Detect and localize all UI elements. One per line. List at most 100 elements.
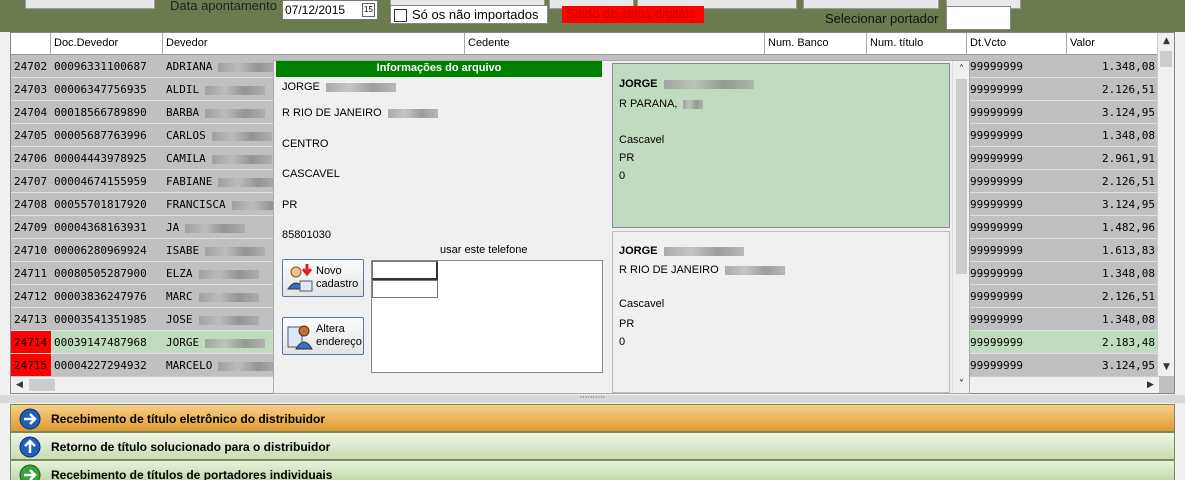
cell-valor: 3.124,95 bbox=[1102, 198, 1155, 211]
column-header-valor[interactable]: Valor bbox=[1067, 33, 1159, 55]
column-header-devedor[interactable]: Devedor bbox=[163, 33, 465, 55]
cell-dt-vcto: 99999999 bbox=[970, 129, 1023, 142]
arrow-right-icon bbox=[19, 408, 41, 430]
scroll-down-icon[interactable]: ▼ bbox=[1158, 359, 1174, 376]
menu-return-resolved[interactable]: Retorno de título solucionado para o dis… bbox=[10, 432, 1175, 460]
cell-id: 24706 bbox=[14, 152, 48, 165]
file-info-city: CASCAVEL bbox=[282, 168, 340, 180]
date-value: 07/12/2015 bbox=[285, 3, 346, 17]
edit-person-icon bbox=[287, 325, 313, 350]
cell-id: 24713 bbox=[14, 313, 48, 326]
column-header-doc-devedor[interactable]: Doc.Devedor bbox=[51, 33, 163, 55]
phone-grid[interactable] bbox=[371, 260, 603, 373]
card-street: R PARANA, bbox=[619, 98, 704, 110]
file-info-street: R RIO DE JANEIRO bbox=[282, 107, 438, 119]
panel-splitter[interactable]: ·········· bbox=[0, 394, 1185, 403]
chevron-down-icon[interactable]: ˅ bbox=[953, 376, 970, 393]
redacted-text bbox=[198, 292, 259, 302]
menu-receive-individual[interactable]: Recebimento de títulos de portadores ind… bbox=[10, 460, 1175, 480]
date-label: Data apontamento bbox=[170, 0, 277, 13]
cell-dt-vcto: 99999999 bbox=[970, 83, 1023, 96]
change-address-button[interactable]: Altera endereço bbox=[282, 317, 364, 355]
card-state: PR bbox=[619, 152, 635, 164]
portador-input[interactable] bbox=[946, 6, 1011, 30]
scroll-left-icon[interactable]: ◀ bbox=[11, 377, 28, 393]
cell-valor: 1.348,08 bbox=[1102, 313, 1155, 326]
cell-doc-devedor: 00004227294932 bbox=[54, 359, 147, 372]
cell-dt-vcto: 99999999 bbox=[970, 106, 1023, 119]
cell-id: 24710 bbox=[14, 244, 48, 257]
file-info-state: PR bbox=[282, 199, 298, 211]
saldo-selos-badge: Saldo de selos digitais bbox=[562, 6, 704, 23]
cell-dt-vcto: 99999999 bbox=[970, 221, 1023, 234]
card-number: 0 bbox=[619, 336, 626, 348]
cell-doc-devedor: 00004674155959 bbox=[54, 175, 147, 188]
arrow-up-icon bbox=[19, 436, 41, 458]
cell-dt-vcto: 99999999 bbox=[970, 313, 1023, 326]
cell-doc-devedor: 00080505287900 bbox=[54, 267, 147, 280]
redacted-text bbox=[205, 85, 266, 95]
redacted-text bbox=[325, 82, 396, 92]
redacted-text bbox=[198, 315, 259, 325]
only-not-imported-checkbox[interactable] bbox=[394, 9, 407, 22]
column-header-id[interactable] bbox=[11, 33, 51, 55]
cell-doc-devedor: 00006347756935 bbox=[54, 83, 147, 96]
redacted-text bbox=[198, 269, 259, 279]
add-person-icon bbox=[287, 264, 313, 292]
cell-valor: 1.348,08 bbox=[1102, 129, 1155, 142]
redacted-text bbox=[185, 223, 246, 233]
cell-dt-vcto: 99999999 bbox=[970, 60, 1023, 73]
cell-doc-devedor: 00004443978925 bbox=[54, 152, 147, 165]
column-header-num-titulo[interactable]: Num. título bbox=[867, 33, 967, 55]
menu-return-resolved-label: Retorno de título solucionado para o dis… bbox=[51, 440, 331, 454]
cell-dt-vcto: 99999999 bbox=[970, 198, 1023, 211]
redacted-text bbox=[205, 246, 266, 256]
redacted-text bbox=[218, 177, 279, 187]
column-header-dt-vcto[interactable]: Dt.Vcto bbox=[967, 33, 1067, 55]
top-toolbar: Data apontamento 07/12/2015 15 Só os não… bbox=[0, 0, 1185, 32]
scroll-thumb[interactable] bbox=[956, 79, 967, 274]
chevron-up-icon[interactable]: ˄ bbox=[953, 61, 970, 78]
date-field[interactable]: 07/12/2015 15 bbox=[282, 0, 378, 20]
top-button[interactable] bbox=[803, 0, 939, 9]
card-name: JORGE bbox=[619, 78, 754, 90]
column-header-num-banco[interactable]: Num. Banco bbox=[765, 33, 867, 55]
menu-receive-individual-label: Recebimento de títulos de portadores ind… bbox=[51, 468, 333, 480]
card-city: Cascavel bbox=[619, 298, 665, 310]
redacted-text bbox=[387, 108, 438, 118]
scroll-thumb[interactable] bbox=[29, 379, 55, 391]
file-info-name: JORGE bbox=[282, 81, 396, 93]
address-card[interactable]: JORGE R RIO DE JANEIRO Cascavel PR 0 bbox=[612, 231, 950, 393]
phone-cell[interactable] bbox=[372, 280, 438, 298]
cell-doc-devedor: 00096331100687 bbox=[54, 60, 147, 73]
grid-vertical-scrollbar[interactable]: ▲ ▼ bbox=[1157, 33, 1174, 376]
redacted-text bbox=[205, 108, 266, 118]
cell-valor: 2.126,51 bbox=[1102, 175, 1155, 188]
column-header-cedente[interactable]: Cedente bbox=[465, 33, 765, 55]
scroll-up-icon[interactable]: ▲ bbox=[1158, 33, 1174, 50]
cell-id: 24703 bbox=[14, 83, 48, 96]
address-card-selected[interactable]: JORGE R PARANA, Cascavel PR 0 bbox=[612, 63, 950, 228]
cell-id: 24715 bbox=[11, 354, 51, 376]
cell-dt-vcto: 99999999 bbox=[970, 359, 1023, 372]
calendar-icon[interactable]: 15 bbox=[362, 3, 375, 17]
file-info-panel: Informações do arquivo JORGE R RIO DE JA… bbox=[273, 60, 970, 394]
menu-receive-electronic[interactable]: Recebimento de título eletrônico do dist… bbox=[10, 404, 1175, 432]
phone-label: usar este telefone bbox=[440, 244, 528, 256]
new-registration-button[interactable]: Novo cadastro bbox=[282, 259, 364, 297]
cell-doc-devedor: 00039147487968 bbox=[54, 336, 147, 349]
only-not-imported-filter[interactable]: Só os não importados bbox=[390, 5, 548, 24]
cell-dt-vcto: 99999999 bbox=[970, 290, 1023, 303]
cell-doc-devedor: 00018566789890 bbox=[54, 106, 147, 119]
phone-cell[interactable] bbox=[372, 261, 438, 280]
cell-doc-devedor: 00005687763996 bbox=[54, 129, 147, 142]
cell-id: 24707 bbox=[14, 175, 48, 188]
scroll-right-icon[interactable]: ▶ bbox=[1142, 377, 1159, 393]
scroll-thumb[interactable] bbox=[1160, 51, 1172, 67]
cell-doc-devedor: 00055701817920 bbox=[54, 198, 147, 211]
panel-vertical-scrollbar[interactable]: ˄ ˅ bbox=[952, 61, 969, 393]
cell-id: 24709 bbox=[14, 221, 48, 234]
redacted-text bbox=[218, 62, 279, 72]
top-button[interactable] bbox=[25, 0, 155, 9]
redacted-text bbox=[683, 99, 704, 109]
